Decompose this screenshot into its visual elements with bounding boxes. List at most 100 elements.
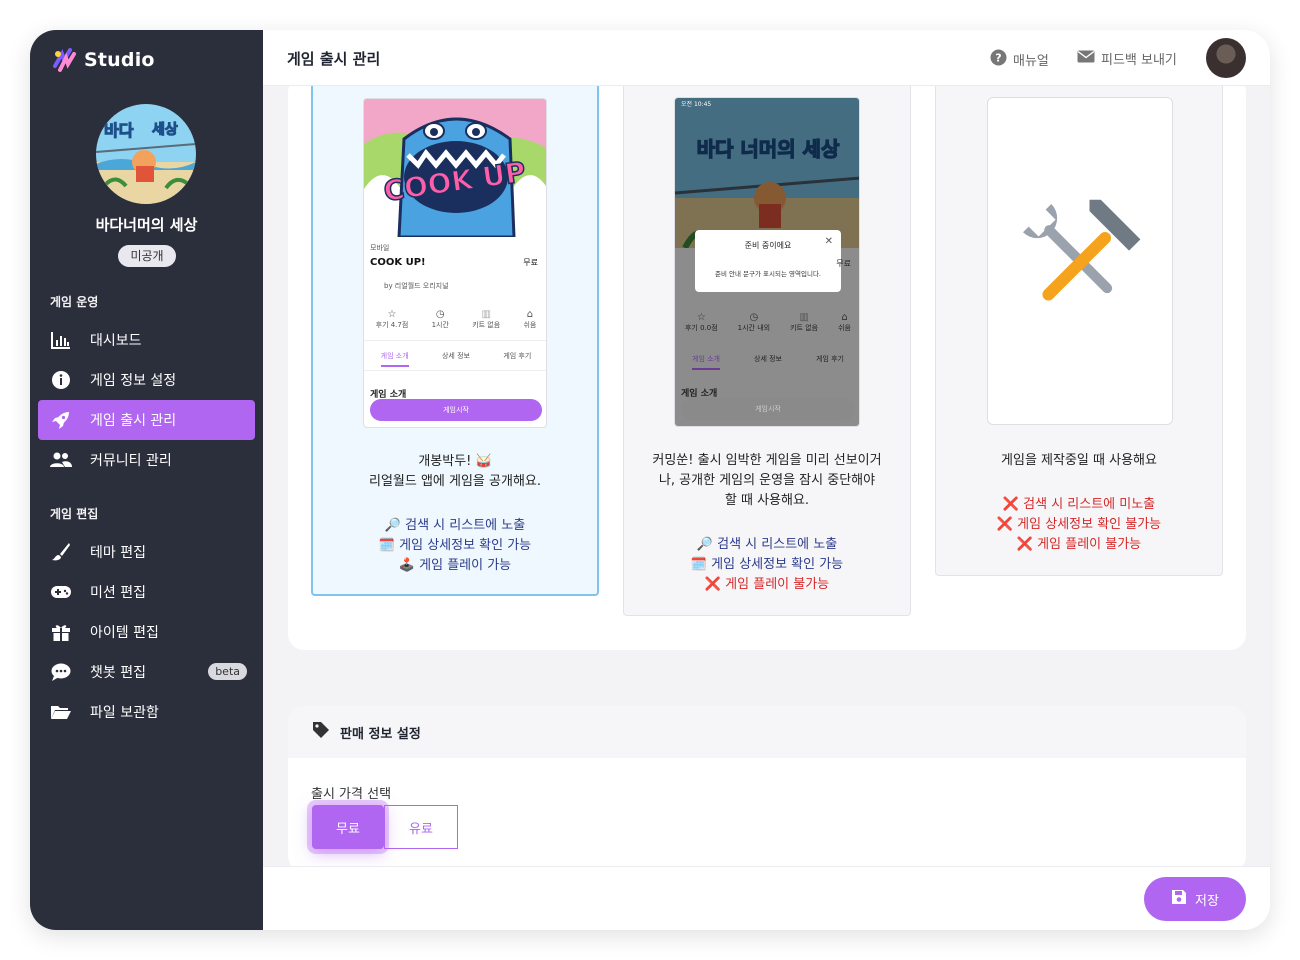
sidebar-item-label: 챗봇 편집	[90, 665, 146, 681]
sidebar-item-chatbot[interactable]: 챗봇 편집 beta	[38, 652, 255, 692]
sidebar-item-label: 파일 보관함	[90, 705, 159, 721]
feature-item: ❌ 검색 시 리스트에 미노출	[1002, 497, 1156, 512]
footer-bar: 저장	[263, 866, 1270, 930]
sidebar-item-label: 테마 편집	[90, 545, 146, 561]
page-title: 게임 출시 관리	[287, 50, 381, 68]
option-description: 커밍쑨! 출시 임박한 게임을 미리 선보이거 나, 공개한 게임의 운영을 잠…	[652, 453, 882, 508]
svg-text:오전 10:45: 오전 10:45	[681, 100, 711, 108]
price-paid-button[interactable]: 유료	[384, 805, 458, 849]
phone-stats: ☆ 후기 4.7점 ◷ 1시간 ▥ 키트 없음 ⌂ 쉬움	[364, 309, 546, 341]
release-option-public[interactable]: COOK UP 모바일 COOK UP! 무료 by 리얼월드 오리지널 ☆ 후기…	[311, 86, 599, 596]
section-title-editing: 게임 편집	[50, 507, 99, 521]
phone-stat: ▥ 키트 없음	[472, 309, 501, 329]
save-button[interactable]: 저장	[1144, 877, 1246, 921]
sale-info-title: 판매 정보 설정	[340, 726, 421, 742]
info-icon	[50, 369, 72, 391]
modal-title: 준비 중이에요	[744, 241, 792, 250]
price-free-button[interactable]: 무료	[312, 805, 384, 849]
sidebar: Studio 바다 세상 바다너머의 세상 미공개 게임 운영 대시보드 게임 …	[30, 30, 263, 930]
phone-price: 무료	[836, 259, 851, 268]
feature-item: 🔎 검색 시 리스트에 노출	[696, 537, 838, 552]
phone-stats: ☆ 후기 0.0점 ◷ 1시간 내외 ▥ 키트 없음 ⌂ 쉬움	[675, 312, 859, 344]
option-description: 개봉박두! 🥁 리얼월드 앱에 게임을 공개해요.	[368, 454, 541, 489]
phone-tab: 게임 소개	[380, 351, 409, 367]
brush-icon	[50, 541, 72, 563]
option-description: 게임을 제작중일 때 사용해요	[1001, 453, 1157, 468]
section-title-operation: 게임 운영	[50, 295, 99, 309]
preparing-modal: 준비 중이에요 ✕ 준비 안내 문구가 표시되는 영역입니다.	[695, 230, 841, 292]
release-option-private[interactable]: 게임을 제작중일 때 사용해요 ❌ 검색 시 리스트에 미노출 ❌ 게임 상세정…	[935, 86, 1223, 576]
sale-info-panel: 판매 정보 설정 출시 가격 선택 유료 무료	[288, 706, 1246, 866]
sidebar-item-item[interactable]: 아이템 편집	[38, 612, 255, 652]
sale-info-header: 판매 정보 설정	[288, 706, 1246, 758]
phone-stat: ◷ 1시간 내외	[737, 312, 771, 332]
phone-tab: 게임 후기	[816, 355, 844, 363]
feature-item: 🗓️ 게임 상세정보 확인 가능	[690, 557, 844, 572]
sidebar-item-dashboard[interactable]: 대시보드	[38, 320, 255, 360]
app-logo[interactable]: Studio	[50, 46, 155, 74]
gift-icon	[50, 621, 72, 643]
modal-body: 준비 안내 문구가 표시되는 영역입니다.	[714, 270, 821, 278]
sidebar-item-theme[interactable]: 테마 편집	[38, 532, 255, 572]
cookup-cover-image: COOK UP	[364, 99, 546, 237]
sidebar-item-release[interactable]: 게임 출시 관리	[38, 400, 255, 440]
sidebar-item-community[interactable]: 커뮤니티 관리	[38, 440, 255, 480]
phone-author: by 리얼월드 오리지널	[384, 282, 449, 290]
phone-stat: ☆ 후기 4.7점	[375, 309, 409, 329]
phone-tab: 상세 정보	[754, 355, 782, 363]
app-window: Studio 바다 세상 바다너머의 세상 미공개 게임 운영 대시보드 게임 …	[30, 30, 1270, 930]
floppy-disk-icon	[1171, 889, 1187, 909]
svg-text:?: ?	[995, 52, 1001, 65]
tag-icon	[312, 721, 330, 743]
svg-text:세상: 세상	[152, 122, 178, 138]
sidebar-item-label: 게임 정보 설정	[90, 373, 177, 389]
feature-item: 🕹️ 게임 플레이 가능	[398, 558, 512, 573]
manual-label: 매뉴얼	[1013, 54, 1049, 69]
sidebar-item-label: 대시보드	[90, 333, 142, 349]
phone-stat: ⌂ 쉬움	[523, 309, 537, 329]
feature-item: 🗓️ 게임 상세정보 확인 가능	[378, 538, 532, 553]
release-option-coming-soon[interactable]: 바다 너머의 세상 오전 10:45 준비 중이에요 ✕ 준비 안내 문구가 표…	[623, 86, 911, 616]
phone-tab: 게임 소개	[692, 354, 720, 370]
phone-start-button: 게임시작	[370, 399, 542, 421]
phone-stat: ⌂ 쉬움	[838, 312, 851, 332]
phone-preview-private	[987, 97, 1173, 425]
phone-tabs: 게임 소개 상세 정보 게임 후기	[675, 354, 859, 374]
phone-price: 무료	[523, 258, 538, 267]
question-circle-icon: ?	[990, 49, 1007, 70]
feedback-button[interactable]: 피드백 보내기	[1077, 49, 1177, 68]
sidebar-item-label: 커뮤니티 관리	[90, 453, 172, 469]
game-name: 바다너머의 세상	[95, 216, 198, 234]
feature-list: 🔎 검색 시 리스트에 노출 🗓️ 게임 상세정보 확인 가능 ❌ 게임 플레이…	[624, 535, 910, 595]
user-avatar[interactable]	[1206, 38, 1246, 78]
top-header: 게임 출시 관리 ? 매뉴얼 피드백 보내기	[263, 30, 1270, 86]
sidebar-item-mission[interactable]: 미션 편집	[38, 572, 255, 612]
phone-stat: ▥ 키트 없음	[790, 312, 819, 332]
release-options-panel: COOK UP 모바일 COOK UP! 무료 by 리얼월드 오리지널 ☆ 후기…	[288, 86, 1246, 650]
manual-button[interactable]: ? 매뉴얼	[990, 49, 1049, 70]
svg-text:바다: 바다	[104, 121, 134, 140]
phone-preview-public: COOK UP 모바일 COOK UP! 무료 by 리얼월드 오리지널 ☆ 후기…	[363, 98, 547, 428]
feature-item: ❌ 게임 플레이 불가능	[1016, 537, 1142, 552]
main-content: COOK UP 모바일 COOK UP! 무료 by 리얼월드 오리지널 ☆ 후기…	[263, 86, 1270, 866]
sidebar-item-label: 게임 출시 관리	[90, 413, 177, 429]
sidebar-item-label: 미션 편집	[90, 585, 146, 601]
gamepad-icon	[50, 581, 72, 603]
feedback-label: 피드백 보내기	[1101, 53, 1177, 68]
visibility-badge: 미공개	[118, 245, 176, 267]
rocket-icon	[50, 409, 72, 431]
tools-icon	[1023, 199, 1141, 301]
modal-close-icon: ✕	[824, 236, 833, 247]
game-thumbnail: 바다 세상	[96, 104, 196, 204]
bar-chart-icon	[50, 329, 72, 351]
envelope-icon	[1077, 50, 1095, 67]
phone-tab: 상세 정보	[441, 352, 470, 360]
phone-game-title: COOK UP!	[370, 257, 426, 268]
phone-category: 모바일	[370, 244, 390, 252]
phone-tab: 게임 후기	[503, 352, 532, 360]
feature-list: 🔎 검색 시 리스트에 노출 🗓️ 게임 상세정보 확인 가능 🕹️ 게임 플레…	[313, 516, 597, 576]
users-icon	[50, 449, 72, 471]
sidebar-item-game-info[interactable]: 게임 정보 설정	[38, 360, 255, 400]
sidebar-item-files[interactable]: 파일 보관함	[38, 692, 255, 732]
feature-item: ❌ 게임 상세정보 확인 불가능	[996, 517, 1162, 532]
